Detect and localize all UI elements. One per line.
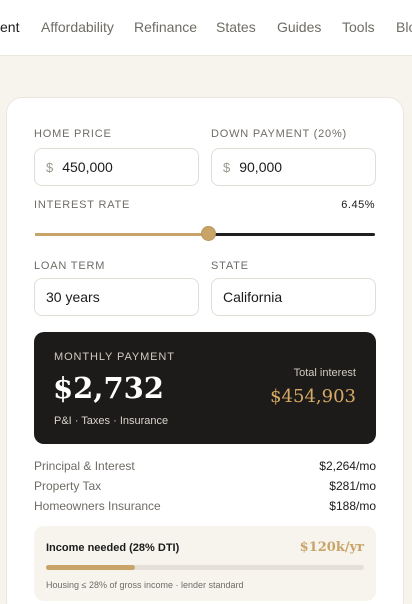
interest-rate-slider-fill (35, 233, 209, 236)
income-needed-note: Housing ≤ 28% of gross income · lender s… (46, 580, 244, 590)
down-payment-currency: $ (223, 159, 231, 175)
nav-item-states[interactable]: States (216, 19, 256, 35)
monthly-payment-panel: MONTHLY PAYMENT $2,732 P&I · Taxes · Ins… (34, 332, 376, 444)
down-payment-input[interactable]: $ 90,000 (211, 148, 376, 186)
loan-term-value: 30 years (46, 289, 100, 305)
state-select[interactable]: California (211, 278, 376, 316)
breakdown-value: $188/mo (329, 499, 376, 513)
breakdown-row: Property Tax $281/mo (34, 479, 376, 495)
breakdown-row: Principal & Interest $2,264/mo (34, 459, 376, 475)
income-needed-value: $120k/yr (299, 540, 364, 555)
nav-item-tools[interactable]: Tools (342, 19, 375, 35)
breakdown-label: Homeowners Insurance (34, 499, 161, 513)
interest-rate-label: INTEREST RATE (34, 199, 131, 211)
monthly-payment-amount: $2,732 (53, 371, 164, 405)
interest-rate-value: 6.45% (341, 199, 375, 211)
nav-item-affordability[interactable]: Affordability (41, 19, 114, 35)
income-progress-bar (46, 565, 364, 570)
breakdown-value: $2,264/mo (319, 459, 376, 473)
total-interest-label: Total interest (293, 367, 356, 379)
monthly-payment-breakdown-note: P&I · Taxes · Insurance (54, 415, 169, 427)
loan-term-select[interactable]: 30 years (34, 278, 199, 316)
nav-item-refinance[interactable]: Refinance (134, 19, 197, 35)
home-price-value: 450,000 (62, 159, 113, 175)
breakdown-label: Principal & Interest (34, 459, 135, 473)
nav-item-guides[interactable]: Guides (277, 19, 321, 35)
down-payment-value: 90,000 (239, 159, 283, 175)
income-needed-label: Income needed (28% DTI) (46, 542, 180, 554)
state-label: STATE (211, 260, 249, 272)
calculator-card: HOME PRICE $ 450,000 DOWN PAYMENT (20%) … (6, 97, 404, 604)
breakdown-value: $281/mo (329, 479, 376, 493)
home-price-currency: $ (46, 159, 54, 175)
home-price-label: HOME PRICE (34, 128, 112, 140)
income-progress-fill (46, 565, 136, 570)
state-value: California (223, 289, 283, 305)
home-price-input[interactable]: $ 450,000 (34, 148, 199, 186)
top-navigation: ent Affordability Refinance States Guide… (0, 0, 412, 56)
down-payment-label: DOWN PAYMENT (20%) (211, 128, 348, 140)
breakdown-label: Property Tax (34, 479, 102, 493)
total-interest-value: $454,903 (270, 386, 356, 407)
interest-rate-slider-thumb[interactable] (200, 226, 216, 241)
nav-item-current[interactable]: ent (0, 19, 19, 35)
breakdown-row: Homeowners Insurance $188/mo (34, 499, 376, 515)
nav-item-blog[interactable]: Blo (396, 19, 412, 35)
income-needed-panel: Income needed (28% DTI) $120k/yr Housing… (34, 526, 376, 601)
loan-term-label: LOAN TERM (34, 260, 106, 272)
monthly-payment-title: MONTHLY PAYMENT (54, 351, 175, 363)
